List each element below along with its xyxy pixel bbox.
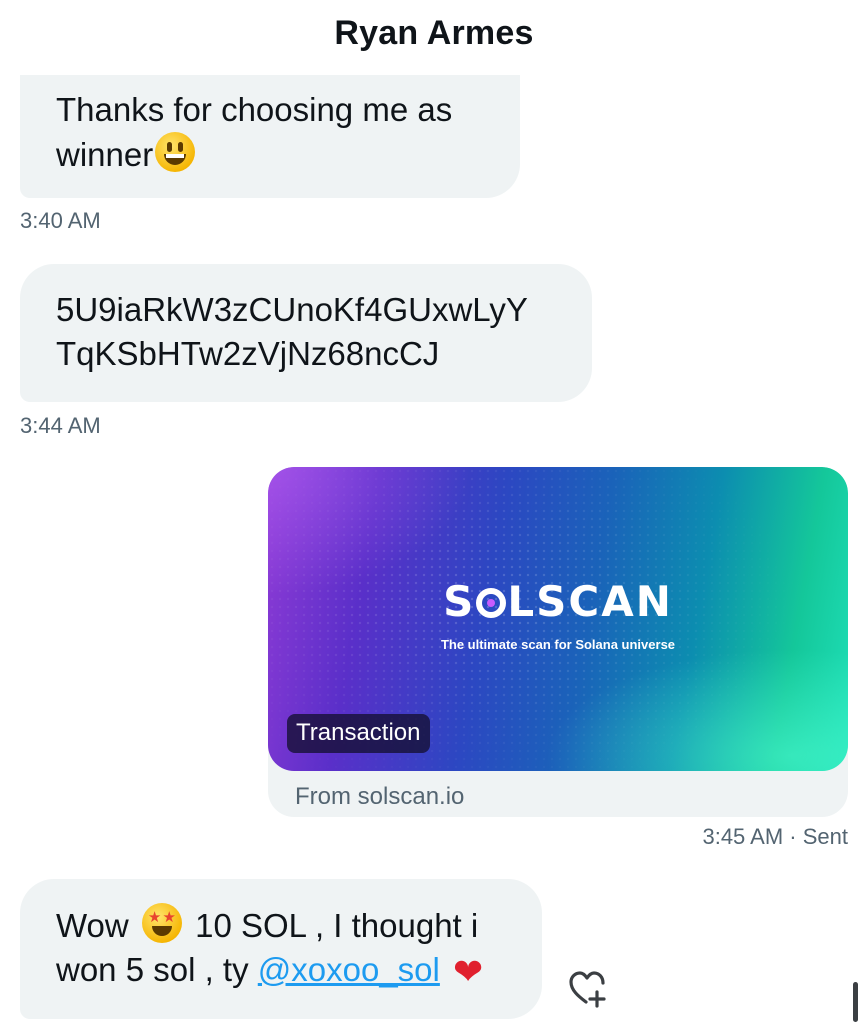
message-status: · Sent [783,824,848,849]
sent-message-meta: 3:45 AM · Sent [702,824,848,850]
solscan-o-mark-icon [476,588,507,618]
card-tagline: The ultimate scan for Solana universe [440,637,676,652]
conversation-title[interactable]: Ryan Armes [0,14,868,53]
grinning-face-emoji [155,132,196,172]
link-preview-image[interactable]: S LSCAN The ultimate scan for Solana univ… [268,467,848,771]
user-mention-link[interactable]: @xoxoo_sol [258,951,440,988]
conversation-header: Ryan Armes [0,0,868,75]
scrollbar-thumb[interactable] [853,982,858,1022]
message-text-line: 5U9iaRkW3zCUnoKf4GUxwLyY [56,291,528,328]
message-text: Thanks for choosing me as winner [56,91,453,173]
received-message-bubble[interactable]: Wow ★ ★ 10 SOL , I thought i won 5 sol , … [20,879,542,1019]
message-timestamp: 3:40 AM [20,208,101,233]
solscan-logo: S LSCAN [443,577,673,626]
message-timestamp: 3:45 AM [702,824,784,849]
message-text-line: won 5 sol , ty @xoxoo_sol ❤ [56,951,484,992]
received-message-bubble[interactable]: Thanks for choosing me as winner [20,58,520,198]
add-reaction-heart-icon[interactable] [566,968,610,1012]
link-preview-card[interactable]: S LSCAN The ultimate scan for Solana univ… [268,467,848,817]
card-source-domain[interactable]: From solscan.io [295,783,464,811]
received-message-bubble[interactable]: 5U9iaRkW3zCUnoKf4GUxwLyY TqKSbHTw2zVjNz6… [20,264,592,402]
message-timestamp: 3:44 AM [20,413,101,438]
card-title-chip: Transaction [287,714,430,753]
red-heart-emoji: ❤ [453,951,484,992]
star-struck-emoji: ★ ★ [141,903,182,943]
message-text-line: TqKSbHTw2zVjNz68ncCJ [56,335,440,372]
message-text-line: Wow ★ ★ 10 SOL , I thought i [56,903,506,948]
